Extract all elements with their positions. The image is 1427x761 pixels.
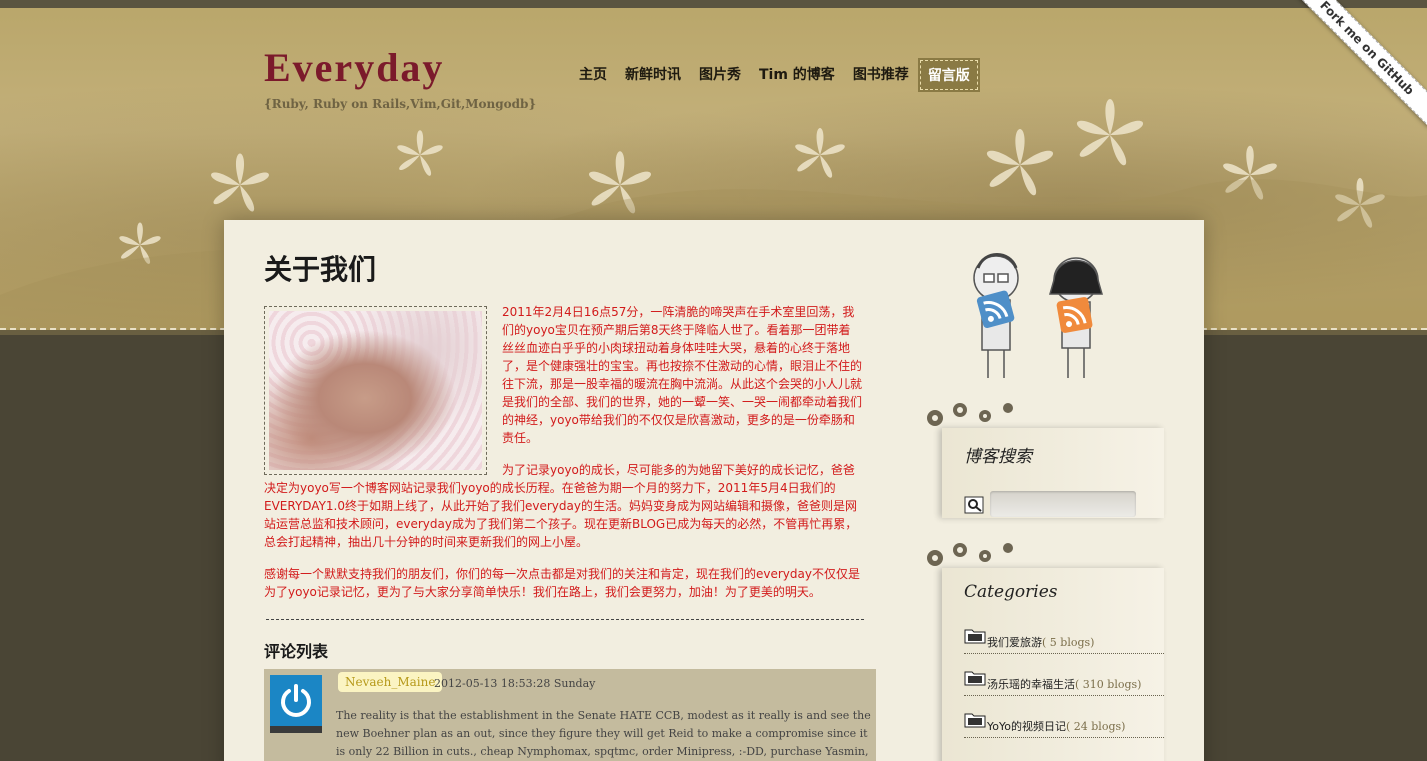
category-name[interactable]: 汤乐瑶的幸福生活 — [987, 678, 1075, 691]
category-name[interactable]: 我们爱旅游 — [987, 636, 1042, 649]
nav-guestbook[interactable]: 留言版 — [917, 58, 980, 92]
family-photo-frame — [264, 306, 487, 475]
nav-home[interactable]: 主页 — [572, 60, 614, 90]
category-count: ( 24 blogs) — [1065, 720, 1126, 733]
comment-time: 2012-05-13 18:53:28 Sunday — [434, 677, 596, 690]
comment-author[interactable]: Nevaeh_Maine — [338, 672, 443, 692]
search-widget-title: 博客搜索 — [964, 447, 1032, 467]
category-name[interactable]: YoYo的视频日记 — [987, 720, 1066, 733]
folder-icon — [964, 713, 986, 728]
folder-icon — [964, 629, 986, 644]
comment-body: The reality is that the establishment in… — [336, 709, 871, 758]
category-count: ( 310 blogs) — [1075, 678, 1142, 691]
folder-icon — [964, 671, 986, 686]
commenter-avatar — [270, 675, 322, 733]
category-item[interactable]: 我们爱旅游( 5 blogs) — [964, 612, 1164, 654]
flower-ornament — [927, 543, 1013, 566]
page-title: 关于我们 — [264, 253, 377, 286]
search-widget: 博客搜索 — [927, 403, 1164, 518]
top-zigzag — [0, 0, 1427, 16]
categories-widget-title: Categories — [964, 582, 1058, 602]
article-paragraph: 感谢每一个默默支持我们的朋友们，你们的每一次点击都是对我们的关注和肯定，现在我们… — [264, 567, 860, 599]
search-icon[interactable] — [964, 495, 986, 515]
section-divider — [266, 619, 864, 620]
nav-news[interactable]: 新鲜时讯 — [618, 60, 688, 90]
comments-title: 评论列表 — [264, 642, 329, 661]
category-item[interactable]: YoYo的视频日记( 24 blogs) — [964, 696, 1164, 738]
nav-tim-blog[interactable]: Tim 的博客 — [752, 60, 842, 90]
nav-photos[interactable]: 图片秀 — [692, 60, 748, 90]
category-count: ( 5 blogs) — [1042, 636, 1095, 649]
rss-mascots-illustration[interactable] — [964, 248, 1124, 388]
categories-widget: Categories 我们爱旅游( 5 blogs) 汤乐瑶的幸福生活( 310… — [927, 543, 1164, 761]
category-list: 我们爱旅游( 5 blogs) 汤乐瑶的幸福生活( 310 blogs) YoY… — [964, 612, 1164, 738]
comment-item: Nevaeh_Maine 2012-05-13 18:53:28 Sunday … — [264, 669, 876, 761]
github-ribbon-label[interactable]: Fork me on GitHub — [1287, 0, 1427, 128]
nav-books[interactable]: 图书推荐 — [846, 60, 916, 90]
category-item[interactable]: 汤乐瑶的幸福生活( 310 blogs) — [964, 654, 1164, 696]
power-icon — [281, 683, 311, 717]
site-tagline: {Ruby, Ruby on Rails,Vim,Git,Mongodb} — [264, 97, 537, 111]
family-photo — [269, 311, 482, 470]
site-logo[interactable]: Everyday — [264, 44, 444, 91]
main-nav: 主页 新鲜时讯 图片秀 Tim 的博客 图书推荐 留言版 — [572, 58, 982, 92]
flower-ornament — [927, 403, 1013, 426]
github-ribbon[interactable]: Fork me on GitHub — [1278, 0, 1427, 149]
blog-search-input[interactable] — [990, 491, 1136, 517]
content-panel: 关于我们 2011年2月4日16点57分，一阵清脆的啼哭声在手术室里回荡，我们的… — [224, 220, 1204, 761]
